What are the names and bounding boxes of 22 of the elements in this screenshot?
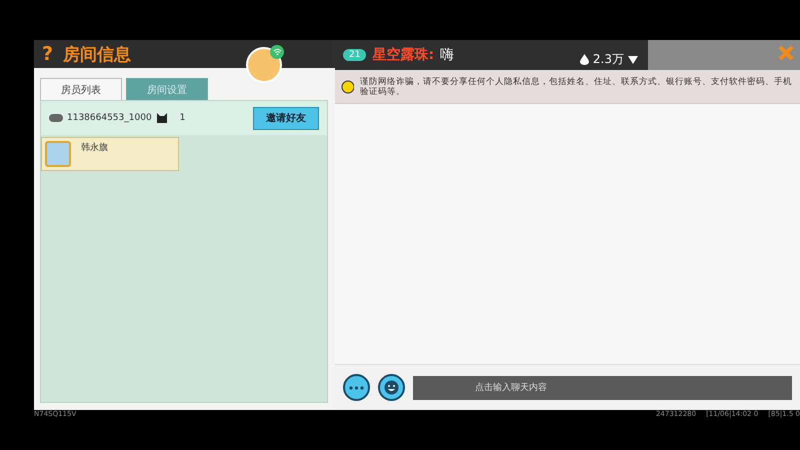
room-id: 1138664553_1000 bbox=[67, 113, 152, 123]
message-text: 嗨 bbox=[440, 46, 454, 64]
more-button[interactable] bbox=[343, 374, 370, 401]
help-icon[interactable]: ? bbox=[42, 43, 54, 65]
tab[interactable]: 房员列表 bbox=[40, 78, 122, 100]
dots-icon bbox=[349, 386, 364, 390]
chat-input-field[interactable]: 点击输入聊天内容 bbox=[413, 376, 792, 400]
smiley-icon bbox=[384, 380, 399, 395]
member-count: 1 bbox=[180, 113, 186, 123]
heat-count[interactable]: 2.3万 bbox=[580, 51, 638, 68]
notice-text: 谨防网络诈骗，请不要分享任何个人隐私信息，包括姓名、住址、联系方式、银行账号、支付软件密码、手机验证码等。 bbox=[360, 76, 793, 96]
avatar bbox=[45, 141, 71, 167]
member-card[interactable]: 韩永旗 bbox=[41, 137, 179, 171]
emoji-button[interactable] bbox=[378, 374, 405, 401]
cat-icon bbox=[156, 112, 168, 124]
close-icon bbox=[777, 44, 795, 62]
member-name: 韩永旗 bbox=[81, 142, 108, 154]
level-badge: 21 bbox=[343, 49, 366, 61]
invite-friends-button[interactable]: 邀请好友 bbox=[253, 106, 319, 130]
sender-name: 星空露珠: bbox=[372, 46, 434, 64]
panel-title: 房间信息 bbox=[63, 44, 132, 66]
caret-icon bbox=[628, 56, 638, 64]
